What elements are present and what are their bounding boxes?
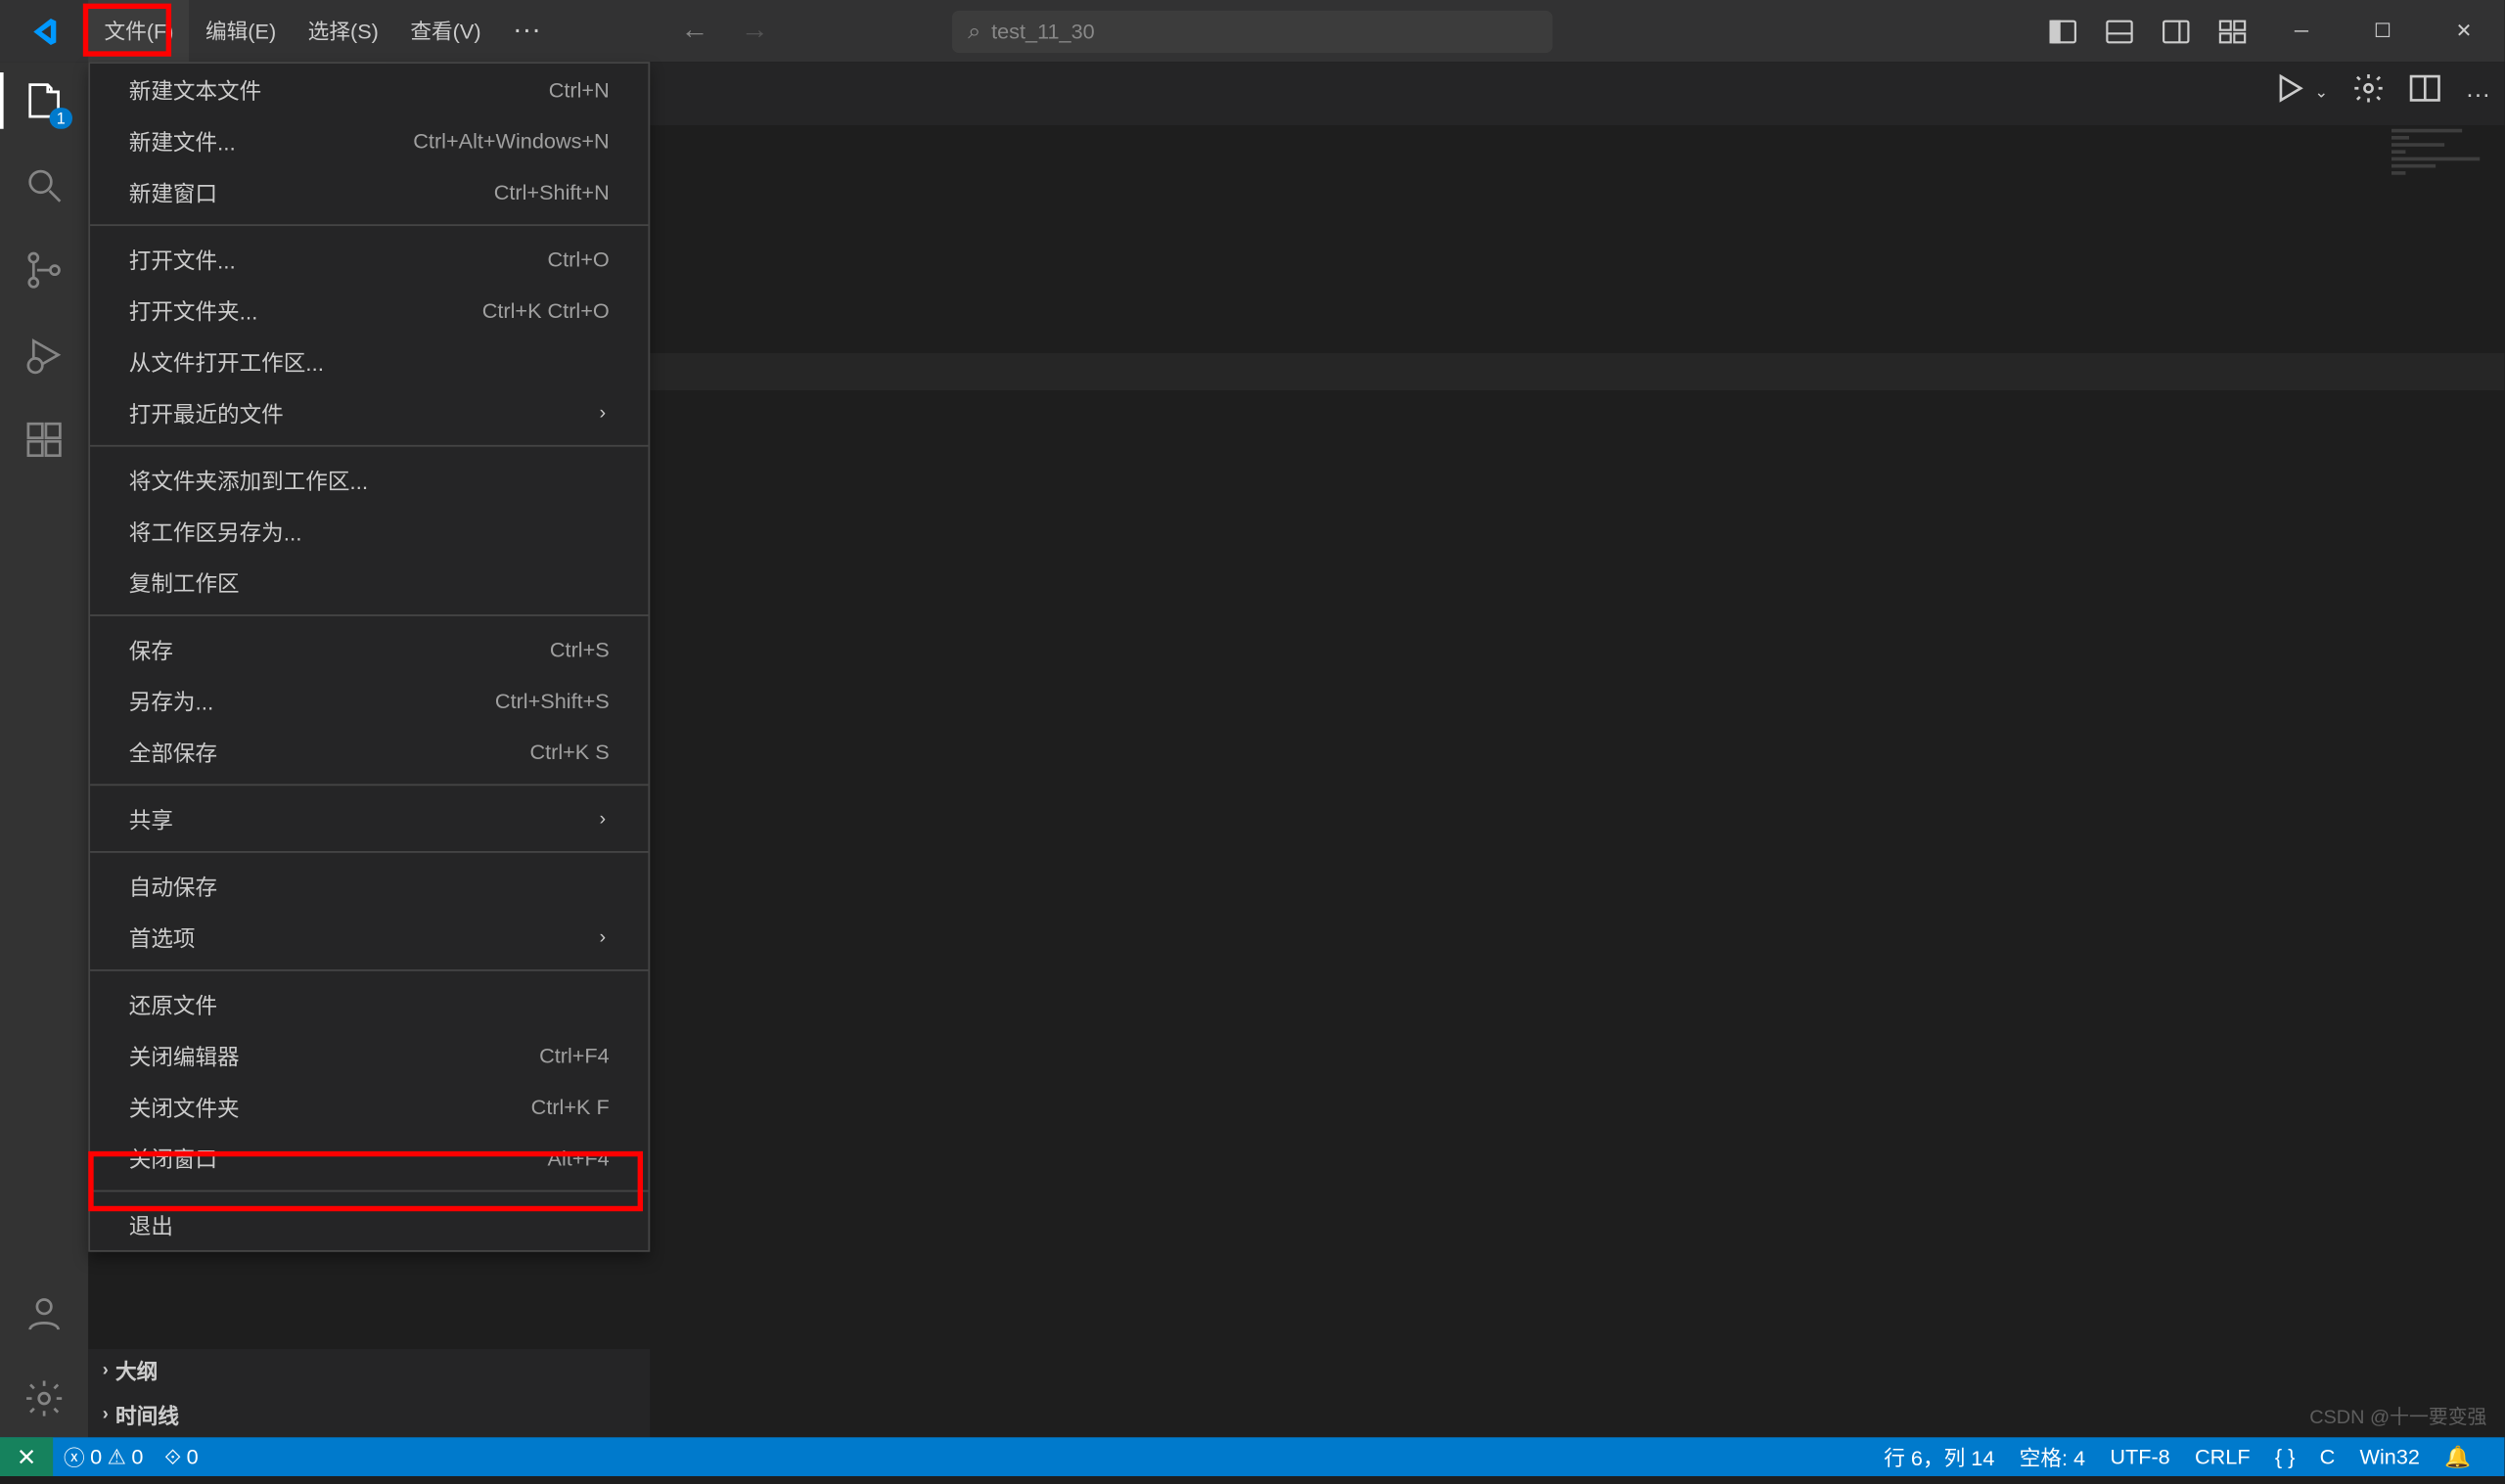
language-braces[interactable]: { } (2262, 1444, 2307, 1468)
statusbar: ⓧ0 ⚠0 ⟐0 行 6，列 14 空格: 4 UTF-8 CRLF { } C… (0, 1437, 2504, 1476)
annotation-highlight-file-menu (83, 4, 171, 57)
extensions-icon[interactable] (20, 415, 69, 465)
annotation-highlight-close-folder (88, 1151, 643, 1211)
layout-panel-icon[interactable] (2091, 17, 2148, 45)
nav-arrows: ← → (680, 15, 768, 46)
menu-item[interactable]: 从文件打开工作区... (90, 336, 648, 386)
window-close-icon[interactable]: ✕ (2423, 0, 2504, 62)
menu-view[interactable]: 查看(V) (394, 0, 497, 62)
remote-indicator[interactable] (0, 1437, 53, 1476)
radio-tower-icon: ⟐ (164, 1444, 181, 1470)
vscode-logo-icon (0, 15, 88, 46)
menu-item[interactable]: 新建文件...Ctrl+Alt+Windows+N (90, 114, 648, 165)
menu-item[interactable]: 首选项› (90, 911, 648, 962)
chevron-right-icon: › (103, 1406, 109, 1425)
nav-back-icon[interactable]: ← (680, 15, 708, 46)
menu-item[interactable]: 打开文件...Ctrl+O (90, 233, 648, 284)
titlebar: 文件(F) 编辑(E) 选择(S) 查看(V) ··· ← → ⌕ test_1… (0, 0, 2504, 62)
run-dropdown-icon[interactable]: ⌄ (2314, 83, 2328, 103)
window-minimize-icon[interactable]: ─ (2260, 0, 2342, 62)
menu-item[interactable]: 打开最近的文件› (90, 386, 648, 437)
layout-primary-side-icon[interactable] (2034, 17, 2091, 45)
menu-item[interactable]: 全部保存Ctrl+K S (90, 726, 648, 777)
settings-gear-icon[interactable] (20, 1373, 69, 1423)
layout-secondary-side-icon[interactable] (2148, 17, 2205, 45)
explorer-icon[interactable]: 1 (20, 76, 69, 126)
minimap[interactable] (2391, 125, 2480, 196)
encoding[interactable]: UTF-8 (2098, 1444, 2183, 1468)
menu-item[interactable]: 另存为...Ctrl+Shift+S (90, 675, 648, 726)
build-target[interactable]: Win32 (2347, 1444, 2433, 1468)
menu-more[interactable]: ··· (497, 0, 557, 62)
search-activity-icon[interactable] (20, 160, 69, 210)
menu-item[interactable]: 打开文件夹...Ctrl+K Ctrl+O (90, 285, 648, 336)
warning-icon: ⚠ (108, 1444, 126, 1468)
cursor-position[interactable]: 行 6，列 14 (1872, 1442, 2007, 1472)
menu-item[interactable]: 复制工作区 (90, 557, 648, 607)
search-icon: ⌕ (968, 17, 980, 45)
eol[interactable]: CRLF (2182, 1444, 2262, 1468)
editor-more-icon[interactable]: ··· (2466, 78, 2490, 107)
sidebar-sections: ›大纲 ›时间线 (88, 1349, 650, 1437)
timeline-section[interactable]: ›时间线 (88, 1393, 650, 1437)
editor-settings-gear-icon[interactable] (2352, 72, 2384, 113)
menu-item[interactable]: 新建窗口Ctrl+Shift+N (90, 166, 648, 217)
chevron-right-icon: › (599, 808, 609, 830)
menu-item[interactable]: 将文件夹添加到工作区... (90, 454, 648, 505)
menu-item[interactable]: 关闭文件夹Ctrl+K F (90, 1081, 648, 1132)
menu-edit[interactable]: 编辑(E) (190, 0, 293, 62)
outline-section[interactable]: ›大纲 (88, 1349, 650, 1393)
source-control-icon[interactable] (20, 246, 69, 295)
notifications-icon[interactable]: 🔔 (2433, 1444, 2483, 1468)
search-label: test_11_30 (991, 19, 1095, 43)
accounts-icon[interactable] (20, 1289, 69, 1339)
chevron-right-icon: › (599, 402, 609, 424)
language-mode[interactable]: C (2307, 1444, 2347, 1468)
nav-forward-icon[interactable]: → (741, 15, 769, 46)
menu-item[interactable]: 自动保存 (90, 860, 648, 911)
window-maximize-icon[interactable]: ☐ (2342, 0, 2423, 62)
watermark: CSDN @十一要变强 (2309, 1402, 2486, 1430)
split-editor-icon[interactable] (2409, 72, 2440, 113)
layout-customize-icon[interactable] (2205, 17, 2261, 45)
file-dropdown: 新建文本文件Ctrl+N新建文件...Ctrl+Alt+Windows+N新建窗… (88, 62, 650, 1252)
menu-item[interactable]: 关闭编辑器Ctrl+F4 (90, 1029, 648, 1080)
problems-indicator[interactable]: ⓧ0 ⚠0 (53, 1442, 154, 1472)
explorer-badge: 1 (50, 108, 72, 129)
chevron-right-icon: › (599, 926, 609, 948)
menu-item[interactable]: 将工作区另存为... (90, 505, 648, 556)
ports-indicator[interactable]: ⟐0 (154, 1444, 208, 1470)
menu-item[interactable]: 共享› (90, 792, 648, 843)
command-center[interactable]: ⌕ test_11_30 (952, 10, 1553, 52)
run-code-icon[interactable] (2276, 72, 2307, 113)
activity-bar: 1 (0, 62, 88, 1437)
indentation[interactable]: 空格: 4 (2007, 1442, 2098, 1472)
chevron-right-icon: › (103, 1362, 109, 1381)
run-debug-icon[interactable] (20, 331, 69, 381)
menu-item[interactable]: 还原文件 (90, 978, 648, 1029)
menu-select[interactable]: 选择(S) (292, 0, 394, 62)
error-icon: ⓧ (64, 1442, 85, 1472)
menu-item[interactable]: 新建文本文件Ctrl+N (90, 64, 648, 114)
menu-item[interactable]: 保存Ctrl+S (90, 623, 648, 674)
